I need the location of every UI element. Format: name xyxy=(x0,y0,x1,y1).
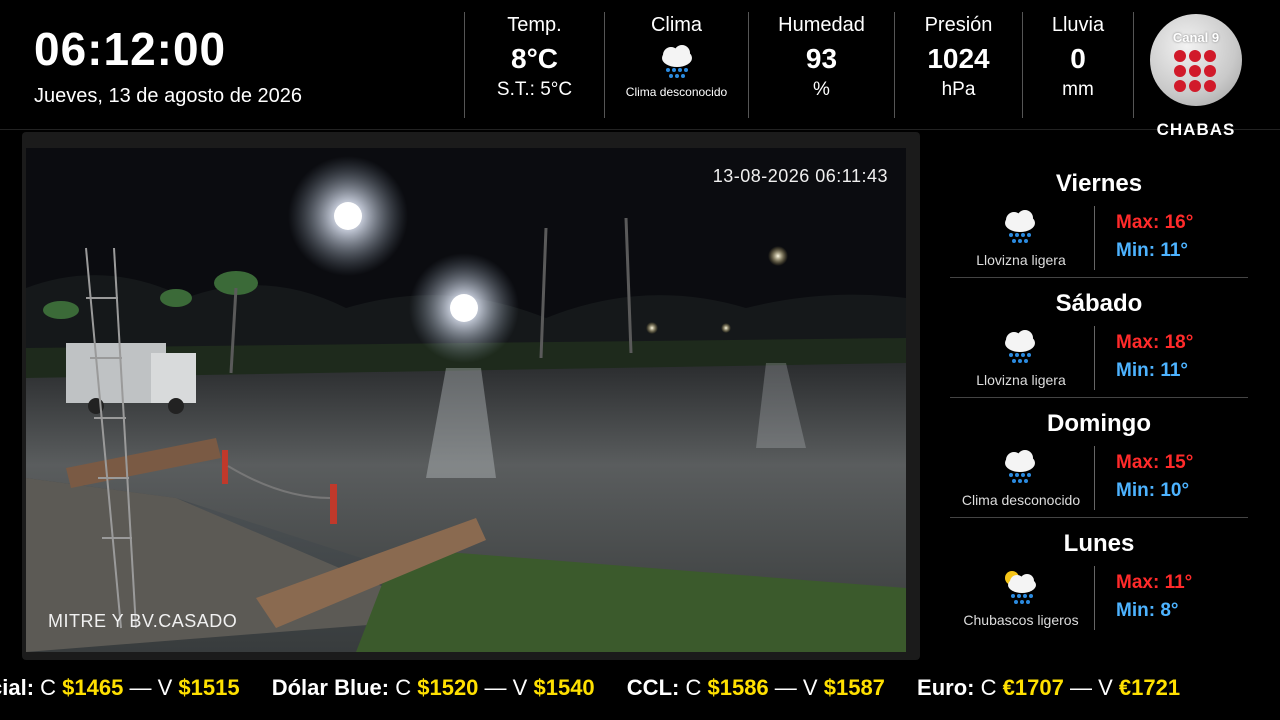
forecast-day-name: Lunes xyxy=(1063,530,1135,557)
forecast-panel: Viernes Llovizna ligera Max: 16° Min: 11… xyxy=(950,158,1248,638)
forecast-desc: Llovizna ligera xyxy=(976,252,1066,268)
currency-ticker: cial: C $1465 — V $1515 Dólar Blue: C $1… xyxy=(0,664,1280,720)
stat-label: Clima xyxy=(650,14,703,36)
ticker-buy-label: C xyxy=(685,675,702,700)
ticker-name: cial: xyxy=(0,675,35,700)
ticker-buy-price: $1586 xyxy=(707,675,769,700)
cloud-rain-icon xyxy=(1000,330,1040,369)
divider xyxy=(1094,206,1095,270)
ticker-sell-label: V xyxy=(1098,675,1113,700)
camera-timestamp: 13-08-2026 06:11:43 xyxy=(712,166,888,186)
logo-channel-name: Canal 9 xyxy=(1172,30,1220,45)
forecast-max: Max: 16° xyxy=(1116,212,1194,233)
divider xyxy=(1094,566,1095,630)
stat-unit: hPa xyxy=(941,79,976,100)
clima-desc: Clima desconocido xyxy=(625,85,728,99)
stat-unit: mm xyxy=(1062,79,1094,100)
ticker-buy-label: C xyxy=(40,675,57,700)
forecast-day: Viernes Llovizna ligera Max: 16° Min: 11… xyxy=(950,158,1248,278)
feels-like: S.T.: 5°C xyxy=(496,79,573,100)
channel-logo: Canal 9 xyxy=(1150,14,1242,106)
ticker-item: Euro: C €1707 — V €1721 xyxy=(917,675,1180,701)
ticker-buy-label: C xyxy=(395,675,412,700)
ticker-sell-price: $1515 xyxy=(178,675,240,700)
stat-unit: % xyxy=(813,79,830,100)
camera-feed: 13-08-2026 06:11:43 MITRE Y BV.CASADO xyxy=(26,148,906,652)
ticker-sep: — xyxy=(484,675,507,700)
forecast-desc: Llovizna ligera xyxy=(976,372,1066,388)
ticker-buy-price: $1465 xyxy=(62,675,124,700)
ticker-sell-price: $1540 xyxy=(533,675,595,700)
ticker-sell-label: V xyxy=(802,675,818,700)
ticker-sell-label: V xyxy=(157,675,173,700)
forecast-min: Min: 11° xyxy=(1116,240,1189,261)
stat-label: Lluvia xyxy=(1051,14,1105,36)
camera-location: MITRE Y BV.CASADO xyxy=(48,611,238,631)
ticker-sell-price: $1587 xyxy=(823,675,885,700)
header-bar: 06:12:00 Jueves, 13 de agosto de 2026 Te… xyxy=(0,0,1280,130)
forecast-day-name: Viernes xyxy=(1055,170,1143,197)
stat-value: 8°C xyxy=(511,43,558,74)
forecast-max: Max: 18° xyxy=(1116,332,1194,353)
logo-dots xyxy=(1174,50,1218,92)
ticker-buy-label: C xyxy=(980,675,997,700)
ticker-name: Euro: xyxy=(917,675,975,700)
sun-cloud-rain-icon xyxy=(1000,570,1040,609)
ticker-name: Dólar Blue: xyxy=(271,675,390,700)
forecast-min: Min: 11° xyxy=(1116,360,1189,381)
ticker-sep: — xyxy=(774,675,797,700)
ticker-track: cial: C $1465 — V $1515 Dólar Blue: C $1… xyxy=(0,675,1206,701)
forecast-desc: Chubascos ligeros xyxy=(963,612,1079,628)
stat-label: Humedad xyxy=(778,14,865,36)
divider xyxy=(1094,326,1095,390)
stat-rain: Lluvia 0 mm xyxy=(1022,12,1134,118)
forecast-min: Min: 10° xyxy=(1116,480,1190,501)
stat-value: 0 xyxy=(1070,43,1086,74)
ticker-sell-price: €1721 xyxy=(1118,675,1181,700)
forecast-max: Max: 11° xyxy=(1116,572,1193,593)
stat-label: Temp. xyxy=(507,14,562,36)
ticker-item: cial: C $1465 — V $1515 xyxy=(0,675,240,701)
forecast-desc: Clima desconocido xyxy=(961,492,1081,508)
stat-value: 93 xyxy=(805,43,838,74)
date-label: Jueves, 13 de agosto de 2026 xyxy=(34,85,302,107)
cloud-rain-icon xyxy=(1000,210,1040,249)
stat-label: Presión xyxy=(924,14,993,36)
clock: 06:12:00 xyxy=(34,23,227,75)
stat-temperature: Temp. 8°C S.T.: 5°C xyxy=(464,12,604,118)
ticker-sep: — xyxy=(129,675,152,700)
cloud-rain-icon xyxy=(1000,450,1040,489)
stat-clima: Clima Clima desconocido xyxy=(604,12,748,118)
forecast-day: Domingo Clima desconocido Max: 15° Min: … xyxy=(950,398,1248,518)
stat-pressure: Presión 1024 hPa xyxy=(894,12,1022,118)
ticker-buy-price: $1520 xyxy=(417,675,479,700)
ticker-name: CCL: xyxy=(626,675,680,700)
forecast-max: Max: 15° xyxy=(1116,452,1194,473)
city-label: CHABAS xyxy=(1156,120,1236,139)
forecast-day: Sábado Llovizna ligera Max: 18° Min: 11° xyxy=(950,278,1248,398)
forecast-min: Min: 8° xyxy=(1116,600,1179,621)
ticker-item: CCL: C $1586 — V $1587 xyxy=(627,675,885,701)
stat-value: 1024 xyxy=(927,43,990,74)
ticker-buy-price: €1707 xyxy=(1002,675,1064,700)
street-scene xyxy=(26,148,906,652)
ticker-item: Dólar Blue: C $1520 — V $1540 xyxy=(272,675,595,701)
cloud-rain-icon xyxy=(657,45,697,79)
divider xyxy=(1094,446,1095,510)
forecast-day-name: Sábado xyxy=(1055,290,1143,317)
forecast-day-name: Domingo xyxy=(1047,410,1151,437)
stat-humidity: Humedad 93 % xyxy=(748,12,894,118)
ticker-sell-label: V xyxy=(512,675,528,700)
forecast-day: Lunes Chubascos ligeros Max: 11° Min: 8° xyxy=(950,518,1248,638)
ticker-sep: — xyxy=(1069,675,1092,700)
